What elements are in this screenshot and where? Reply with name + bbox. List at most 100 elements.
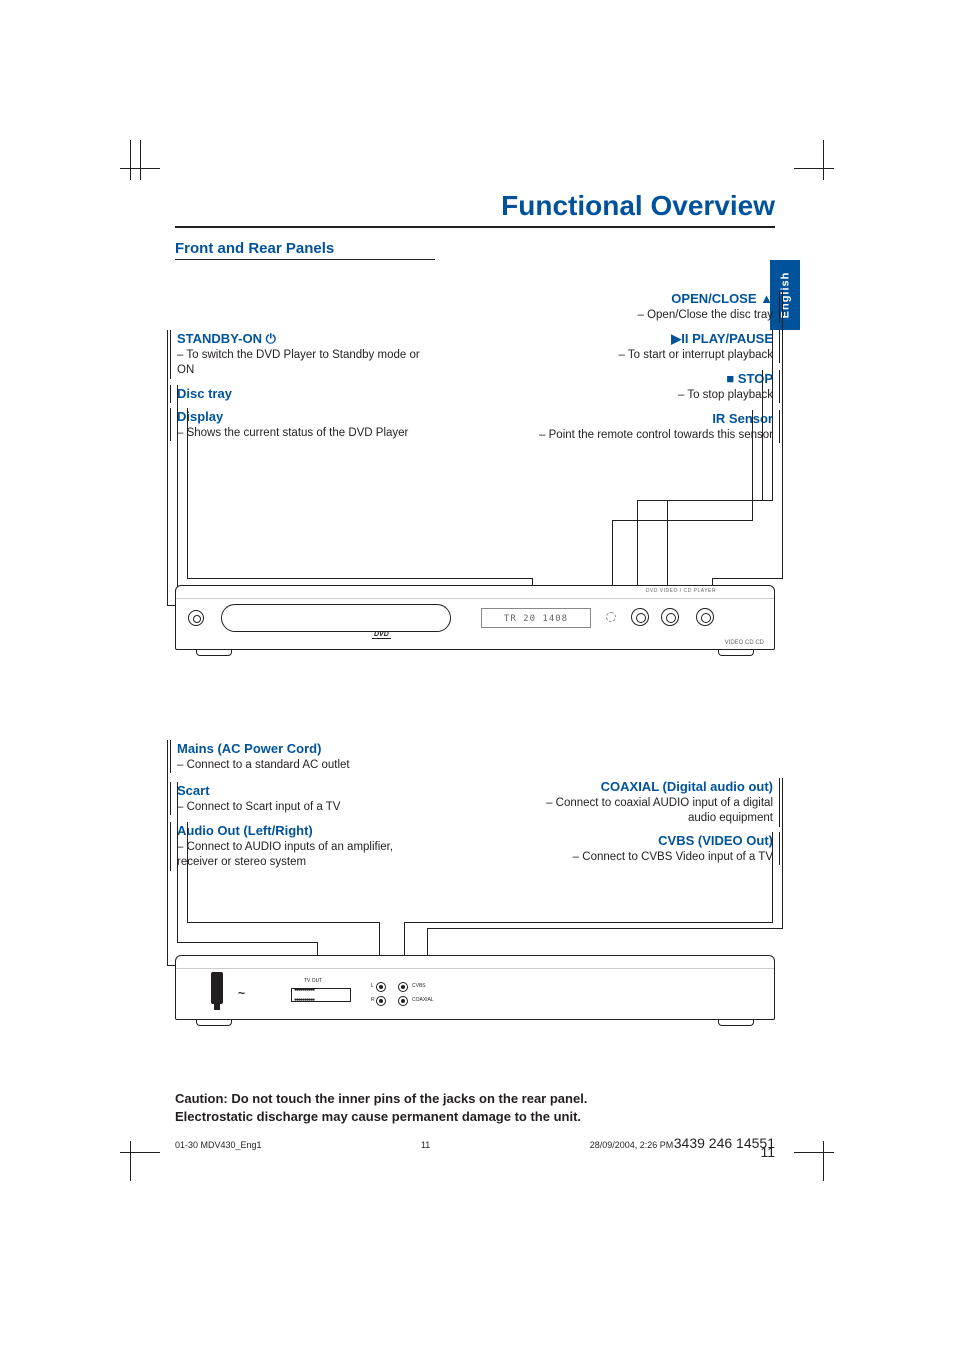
leader-line (772, 832, 773, 922)
leader-line (772, 330, 773, 500)
stop-label: ■ STOP (530, 370, 773, 388)
callout-disc-tray: Disc tray (170, 385, 420, 403)
play-pause-desc: To start or interrupt playback (530, 348, 773, 364)
device-foot-left (196, 1020, 232, 1026)
cvbs-desc: Connect to CVBS Video input of a TV (530, 850, 773, 866)
scart-small-label: TV OUT (304, 978, 322, 984)
caution-line-1: Caution: Do not touch the inner pins of … (175, 1090, 775, 1108)
footer-filename: 01-30 MDV430_Eng1 (175, 1140, 262, 1150)
device-top-line (176, 968, 774, 969)
standby-on-desc: To switch the DVD Player to Standby mode… (177, 348, 420, 379)
leader-line (187, 408, 188, 578)
leader-line (668, 500, 763, 501)
front-panel-block: STANDBY-ON ⏻ To switch the DVD Player to… (175, 330, 775, 650)
callout-play-pause: ▶II PLAY/PAUSE To start or interrupt pla… (530, 330, 780, 363)
leader-line (713, 578, 783, 579)
print-footer: 01-30 MDV430_Eng1 11 28/09/2004, 2:26 PM… (175, 1135, 775, 1151)
leader-line (177, 782, 178, 942)
jack-label-l: L (371, 983, 374, 989)
section-rule (175, 259, 435, 260)
power-cord-icon (211, 972, 223, 1004)
standby-button-icon (188, 610, 204, 626)
footer-partno: 3439 246 14551 (674, 1135, 775, 1151)
vcd-logo: VIDEO CD CD (725, 640, 764, 646)
leader-line (762, 370, 763, 500)
leader-line (187, 922, 379, 923)
cvbs-jack-icon (398, 982, 408, 992)
display-desc: Shows the current status of the DVD Play… (177, 426, 420, 442)
stop-button-icon (661, 608, 679, 626)
device-top-line (176, 598, 774, 599)
leader-line (187, 822, 188, 922)
language-tab-label: English (779, 272, 791, 319)
callout-mains: Mains (AC Power Cord) Connect to a stand… (170, 740, 420, 773)
caution-line-2: Electrostatic discharge may cause perman… (175, 1108, 775, 1126)
jack-label-coax: COAXIAL (412, 997, 434, 1003)
footer-date: 28/09/2004, 2:26 PM (590, 1140, 674, 1150)
front-panel-device: DVD TR 20 1408 DVD VIDEO / CD PLAYER VID… (175, 585, 775, 650)
audio-right-jack-icon (376, 996, 386, 1006)
device-top-label: DVD VIDEO / CD PLAYER (646, 588, 716, 594)
crop-mark-bottom-right (794, 1141, 834, 1181)
callout-stop: ■ STOP To stop playback (530, 370, 780, 403)
ir-sensor-desc: Point the remote control towards this se… (530, 428, 773, 444)
device-foot-right (718, 1020, 754, 1026)
stop-desc: To stop playback (530, 388, 773, 404)
leader-line (782, 290, 783, 578)
leader-line (187, 578, 532, 579)
open-close-button-icon (696, 608, 714, 626)
callout-open-close: OPEN/CLOSE ▲ Open/Close the disc tray (530, 290, 780, 323)
crop-mark-bottom-left (120, 1141, 160, 1181)
page-content: Functional Overview Front and Rear Panel… (175, 190, 775, 1160)
leader-line (782, 778, 783, 928)
footer-page: 11 (421, 1140, 430, 1150)
crop-mark-top-right (794, 140, 834, 180)
leader-line (752, 410, 753, 520)
play-pause-label: ▶II PLAY/PAUSE (530, 330, 773, 348)
caution-block: Caution: Do not touch the inner pins of … (175, 1090, 775, 1126)
ir-sensor-icon (606, 612, 616, 622)
jack-label-r: R (371, 997, 375, 1003)
scart-connector-icon (291, 988, 351, 1002)
rear-panel-device: ~ TV OUT L R CVBS COAXIAL (175, 955, 775, 1020)
callout-coaxial: COAXIAL (Digital audio out) Connect to c… (530, 778, 780, 827)
scart-desc: Connect to Scart input of a TV (177, 800, 420, 816)
callout-display: Display Shows the current status of the … (170, 408, 420, 441)
crop-mark-top-left (120, 140, 160, 180)
leader-line (177, 385, 178, 605)
jack-label-cvbs: CVBS (412, 983, 426, 989)
coaxial-jack-icon (398, 996, 408, 1006)
coaxial-desc: Connect to coaxial AUDIO input of a digi… (530, 796, 773, 827)
play-pause-button-icon (631, 608, 649, 626)
open-close-desc: Open/Close the disc tray (530, 308, 773, 324)
footer-timestamp: 28/09/2004, 2:26 PM 3439 246 14551 (590, 1135, 775, 1151)
audio-out-label: Audio Out (Left/Right) (177, 822, 420, 840)
leader-line (177, 942, 317, 943)
leader-line (405, 922, 773, 923)
leader-line (167, 740, 168, 965)
callout-standby-on: STANDBY-ON ⏻ To switch the DVD Player to… (170, 330, 420, 379)
display-panel-icon: TR 20 1408 (481, 608, 591, 628)
page-title: Functional Overview (175, 190, 775, 222)
standby-on-label: STANDBY-ON ⏻ (177, 330, 420, 348)
scart-label: Scart (177, 782, 420, 800)
dvd-logo-icon: DVD (372, 631, 391, 639)
ir-sensor-label: IR Sensor (530, 410, 773, 428)
cvbs-label: CVBS (VIDEO Out) (530, 832, 773, 850)
coaxial-label: COAXIAL (Digital audio out) (530, 778, 773, 796)
leader-line (613, 520, 753, 521)
title-rule (175, 226, 775, 228)
device-foot-left (196, 650, 232, 656)
ac-symbol-icon: ~ (238, 986, 245, 1000)
callout-cvbs: CVBS (VIDEO Out) Connect to CVBS Video i… (530, 832, 780, 865)
callout-audio-out: Audio Out (Left/Right) Connect to AUDIO … (170, 822, 420, 871)
leader-line (428, 928, 783, 929)
audio-out-desc: Connect to AUDIO inputs of an amplifier,… (177, 840, 420, 871)
rear-panel-block: Mains (AC Power Cord) Connect to a stand… (175, 760, 775, 1020)
device-foot-right (718, 650, 754, 656)
callout-scart: Scart Connect to Scart input of a TV (170, 782, 420, 815)
display-label: Display (177, 408, 420, 426)
mains-label: Mains (AC Power Cord) (177, 740, 420, 758)
mains-desc: Connect to a standard AC outlet (177, 758, 420, 774)
section-heading: Front and Rear Panels (175, 240, 775, 257)
